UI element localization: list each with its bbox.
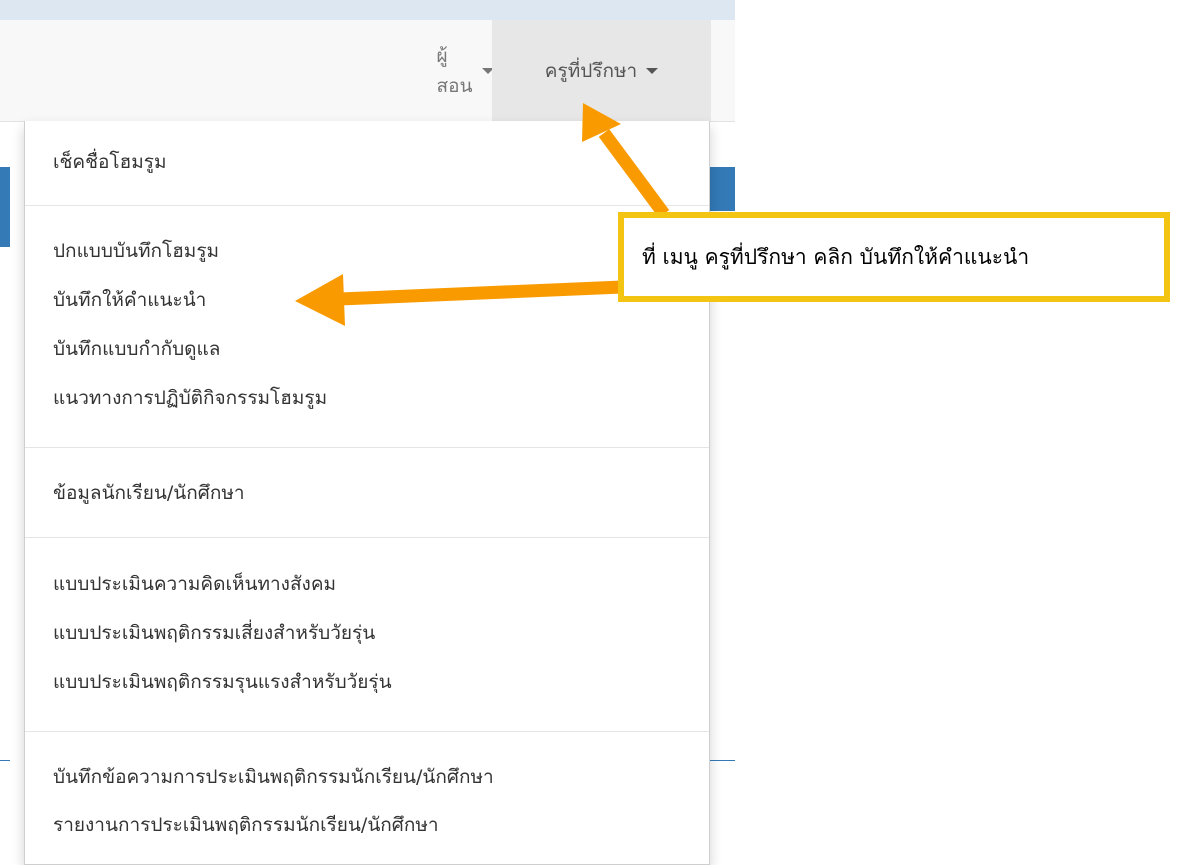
menu-divider bbox=[25, 731, 709, 732]
advisor-dropdown-menu: เช็คชื่อโฮมรูม ปกแบบบันทึกโฮมรูม บันทึกใ… bbox=[24, 121, 710, 865]
menu-divider bbox=[25, 537, 709, 538]
instruction-callout: ที่ เมนู ครูที่ปรึกษา คลิก บันทึกให้คำแน… bbox=[618, 212, 1170, 302]
callout-text: ที่ เมนู ครูที่ปรึกษา คลิก บันทึกให้คำแน… bbox=[642, 244, 1030, 269]
menu-item-risk-behavior-assessment[interactable]: แบบประเมินพฤติกรรมเสี่ยงสำหรับวัยรุ่น bbox=[53, 613, 375, 653]
menu-item-student-info[interactable]: ข้อมูลนักเรียน/นักศึกษา bbox=[53, 473, 245, 513]
content-panel-edge-left bbox=[0, 167, 10, 247]
nav-advisor-label: ครูที่ปรึกษา bbox=[544, 59, 638, 82]
menu-divider bbox=[25, 447, 709, 448]
nav-teacher-dropdown[interactable]: ผู้สอน bbox=[436, 20, 494, 121]
menu-item-social-opinion-assessment[interactable]: แบบประเมินความคิดเห็นทางสังคม bbox=[53, 564, 336, 604]
menu-divider bbox=[25, 205, 709, 206]
menu-item-homeroom-record-cover[interactable]: ปกแบบบันทึกโฮมรูม bbox=[53, 231, 219, 271]
content-panel-edge-right bbox=[710, 167, 735, 211]
menu-item-supervision-record[interactable]: บันทึกแบบกำกับดูแล bbox=[53, 329, 220, 369]
menu-item-homeroom-guidelines[interactable]: แนวทางการปฏิบัติกิจกรรมโฮมรูม bbox=[53, 378, 327, 418]
caret-down-icon bbox=[646, 67, 659, 74]
section-divider-right bbox=[710, 760, 735, 761]
menu-item-behavior-assessment-memo[interactable]: บันทึกข้อความการประเมินพฤติกรรมนักเรียน/… bbox=[53, 757, 494, 797]
menu-item-violent-behavior-assessment[interactable]: แบบประเมินพฤติกรรมรุนแรงสำหรับวัยรุ่น bbox=[53, 662, 392, 702]
top-navbar: ผู้สอน ครูที่ปรึกษา bbox=[0, 20, 735, 122]
window-top-strip bbox=[0, 0, 735, 20]
menu-item-homeroom-checkin[interactable]: เช็คชื่อโฮมรูม bbox=[53, 142, 166, 182]
section-divider-left bbox=[0, 760, 10, 761]
menu-item-advice-record[interactable]: บันทึกให้คำแนะนำ bbox=[53, 280, 206, 320]
nav-teacher-label: ผู้สอน bbox=[436, 44, 473, 97]
menu-item-behavior-assessment-report[interactable]: รายงานการประเมินพฤติกรรมนักเรียน/นักศึกษ… bbox=[53, 805, 439, 845]
nav-advisor-dropdown[interactable]: ครูที่ปรึกษา bbox=[492, 20, 711, 121]
